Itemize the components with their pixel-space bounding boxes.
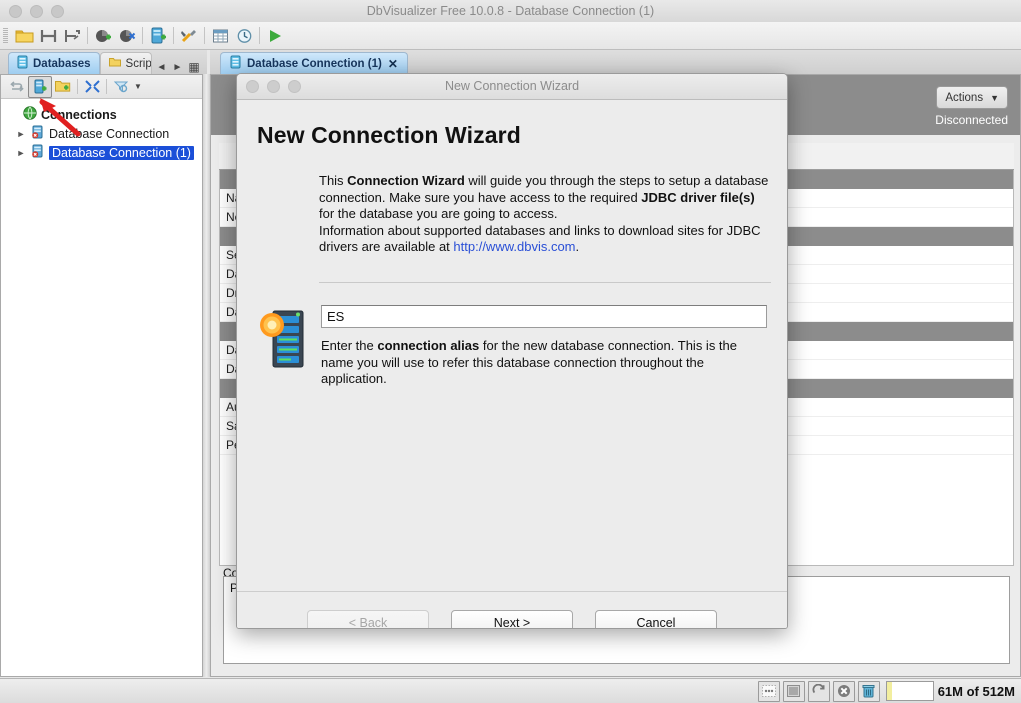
prev-arrow-icon[interactable]: ◄ <box>157 62 167 73</box>
window-title: DbVisualizer Free 10.0.8 - Database Conn… <box>366 4 655 18</box>
tree-item-label: Database Connection (1) <box>49 145 194 160</box>
alias-desc-bold1: connection alias <box>377 337 480 353</box>
sidebar-tab-databases[interactable]: Databases <box>8 52 100 74</box>
database-icon <box>230 55 241 72</box>
connection-alias-input[interactable] <box>321 304 767 328</box>
dialog-intro-paragraph: This Connection Wizard will guide you th… <box>319 173 771 256</box>
next-button[interactable]: Next > <box>451 610 573 628</box>
connections-tree: Connections ► Database Connection ► Data… <box>1 99 202 162</box>
grid-icon[interactable] <box>208 25 232 47</box>
sidebar-toolbar-separator <box>77 79 78 94</box>
open-folder-icon[interactable] <box>12 25 36 47</box>
log-icon[interactable] <box>782 680 805 702</box>
alias-fields: Enter the connection alias for the new d… <box>321 304 767 388</box>
connection-status-text: Disconnected <box>935 113 1008 127</box>
sidebar-tab-scripts[interactable]: Scrip <box>99 52 152 74</box>
tree-item-database-connection[interactable]: ► Database Connection <box>5 124 202 143</box>
actions-button-label: Actions <box>945 91 984 104</box>
toolbar-separator <box>142 27 143 44</box>
expand-arrow-icon[interactable]: ► <box>15 148 27 158</box>
toolbar-separator <box>259 27 260 44</box>
toolbar-separator <box>87 27 88 44</box>
refresh-icon[interactable] <box>807 680 830 702</box>
cancel-button[interactable]: Cancel <box>595 610 717 628</box>
collapse-all-icon[interactable] <box>81 77 103 97</box>
database-disconnected-icon <box>31 144 45 161</box>
chevron-down-icon: ▼ <box>990 92 999 103</box>
sidebar-tab-scripts-label: Scrip <box>125 57 152 70</box>
left-panel-tabstrip: Databases Scrip ◄ ► ▦ <box>0 50 207 74</box>
new-database-connection-icon[interactable] <box>146 25 170 47</box>
tab-navigation: ◄ ► ▦ <box>157 60 200 74</box>
connections-sidebar: ▼ Connections ► Database Connection ► Da… <box>0 74 203 677</box>
panel-split-divider[interactable] <box>203 74 210 677</box>
toolbar-separator <box>204 27 205 44</box>
intro-bold2: JDBC driver file(s) <box>641 189 755 205</box>
new-connection-wizard-dialog: New Connection Wizard New Connection Wiz… <box>236 73 788 629</box>
filter-icon[interactable] <box>110 77 132 97</box>
status-bar: 61M of 512M <box>0 678 1021 703</box>
intro-part1: This <box>319 173 348 188</box>
reconnect-icon[interactable] <box>6 77 28 97</box>
expand-arrow-icon[interactable]: ► <box>15 129 27 139</box>
database-server-icon <box>259 305 307 371</box>
stop-icon[interactable] <box>832 680 855 702</box>
alias-section: Enter the connection alias for the new d… <box>257 304 767 388</box>
save-icon[interactable] <box>36 25 60 47</box>
alias-desc-part1: Enter the <box>321 337 378 353</box>
dialog-divider <box>319 281 771 283</box>
sidebar-tab-databases-label: Databases <box>33 57 91 70</box>
dialog-body: New Connection Wizard This Connection Wi… <box>237 100 787 628</box>
intro-bold1: Connection Wizard <box>347 173 465 188</box>
alias-description: Enter the connection alias for the new d… <box>321 338 767 388</box>
monitor-icon[interactable] <box>232 25 256 47</box>
dialog-title: New Connection Wizard <box>444 79 580 93</box>
tree-root-connections[interactable]: Connections <box>5 105 202 124</box>
actions-button[interactable]: Actions ▼ <box>936 86 1008 109</box>
database-icon <box>17 55 28 72</box>
editor-tab-database-connection-1[interactable]: Database Connection (1) ✕ <box>220 52 408 74</box>
editor-tab-label: Database Connection (1) <box>247 57 382 70</box>
window-titlebar: DbVisualizer Free 10.0.8 - Database Conn… <box>0 0 1021 23</box>
editor-tabstrip: Database Connection (1) ✕ <box>210 50 1021 74</box>
grid-preview-icon[interactable] <box>757 680 780 702</box>
connect-icon[interactable] <box>91 25 115 47</box>
dialog-footer: < Back Next > Cancel <box>237 591 787 628</box>
back-button[interactable]: < Back <box>307 610 429 628</box>
dbvis-website-link[interactable]: http://www.dbvis.com <box>453 239 575 254</box>
globe-icon <box>23 106 37 123</box>
trash-icon[interactable] <box>857 680 880 702</box>
tools-icon[interactable] <box>177 25 201 47</box>
tree-root-label: Connections <box>41 107 117 122</box>
folder-icon <box>108 57 121 71</box>
intro-line2-post: . <box>575 239 580 255</box>
memory-progress-fill <box>886 682 893 700</box>
memory-text: 61M of 512M <box>937 683 1015 699</box>
sidebar-toolbar: ▼ <box>1 75 202 99</box>
filter-dropdown-caret-icon[interactable]: ▼ <box>134 82 142 91</box>
close-icon[interactable]: ✕ <box>388 57 398 71</box>
memory-indicator[interactable]: 61M of 512M <box>885 681 1015 701</box>
toolbar-drag-handle[interactable] <box>3 27 8 44</box>
create-database-connection-icon[interactable] <box>28 75 52 98</box>
application-window: DbVisualizer Free 10.0.8 - Database Conn… <box>0 0 1021 703</box>
database-disconnected-icon <box>31 125 45 142</box>
next-arrow-icon[interactable]: ► <box>172 62 182 73</box>
tree-item-label: Database Connection <box>49 126 170 141</box>
save-as-icon[interactable] <box>60 25 84 47</box>
disconnect-icon[interactable] <box>115 25 139 47</box>
tree-item-database-connection-1[interactable]: ► Database Connection (1) <box>5 143 202 162</box>
sidebar-toolbar-separator <box>106 79 107 94</box>
toolbar-separator <box>173 27 174 44</box>
intro-part3: for the database you are going to access… <box>319 206 558 222</box>
dialog-heading: New Connection Wizard <box>257 122 521 148</box>
execute-icon[interactable] <box>263 25 287 47</box>
new-folder-icon[interactable] <box>52 77 74 97</box>
dialog-titlebar: New Connection Wizard <box>237 74 787 100</box>
memory-progress-bar <box>885 681 934 701</box>
main-toolbar <box>0 22 1021 50</box>
tab-list-icon[interactable]: ▦ <box>188 60 199 74</box>
